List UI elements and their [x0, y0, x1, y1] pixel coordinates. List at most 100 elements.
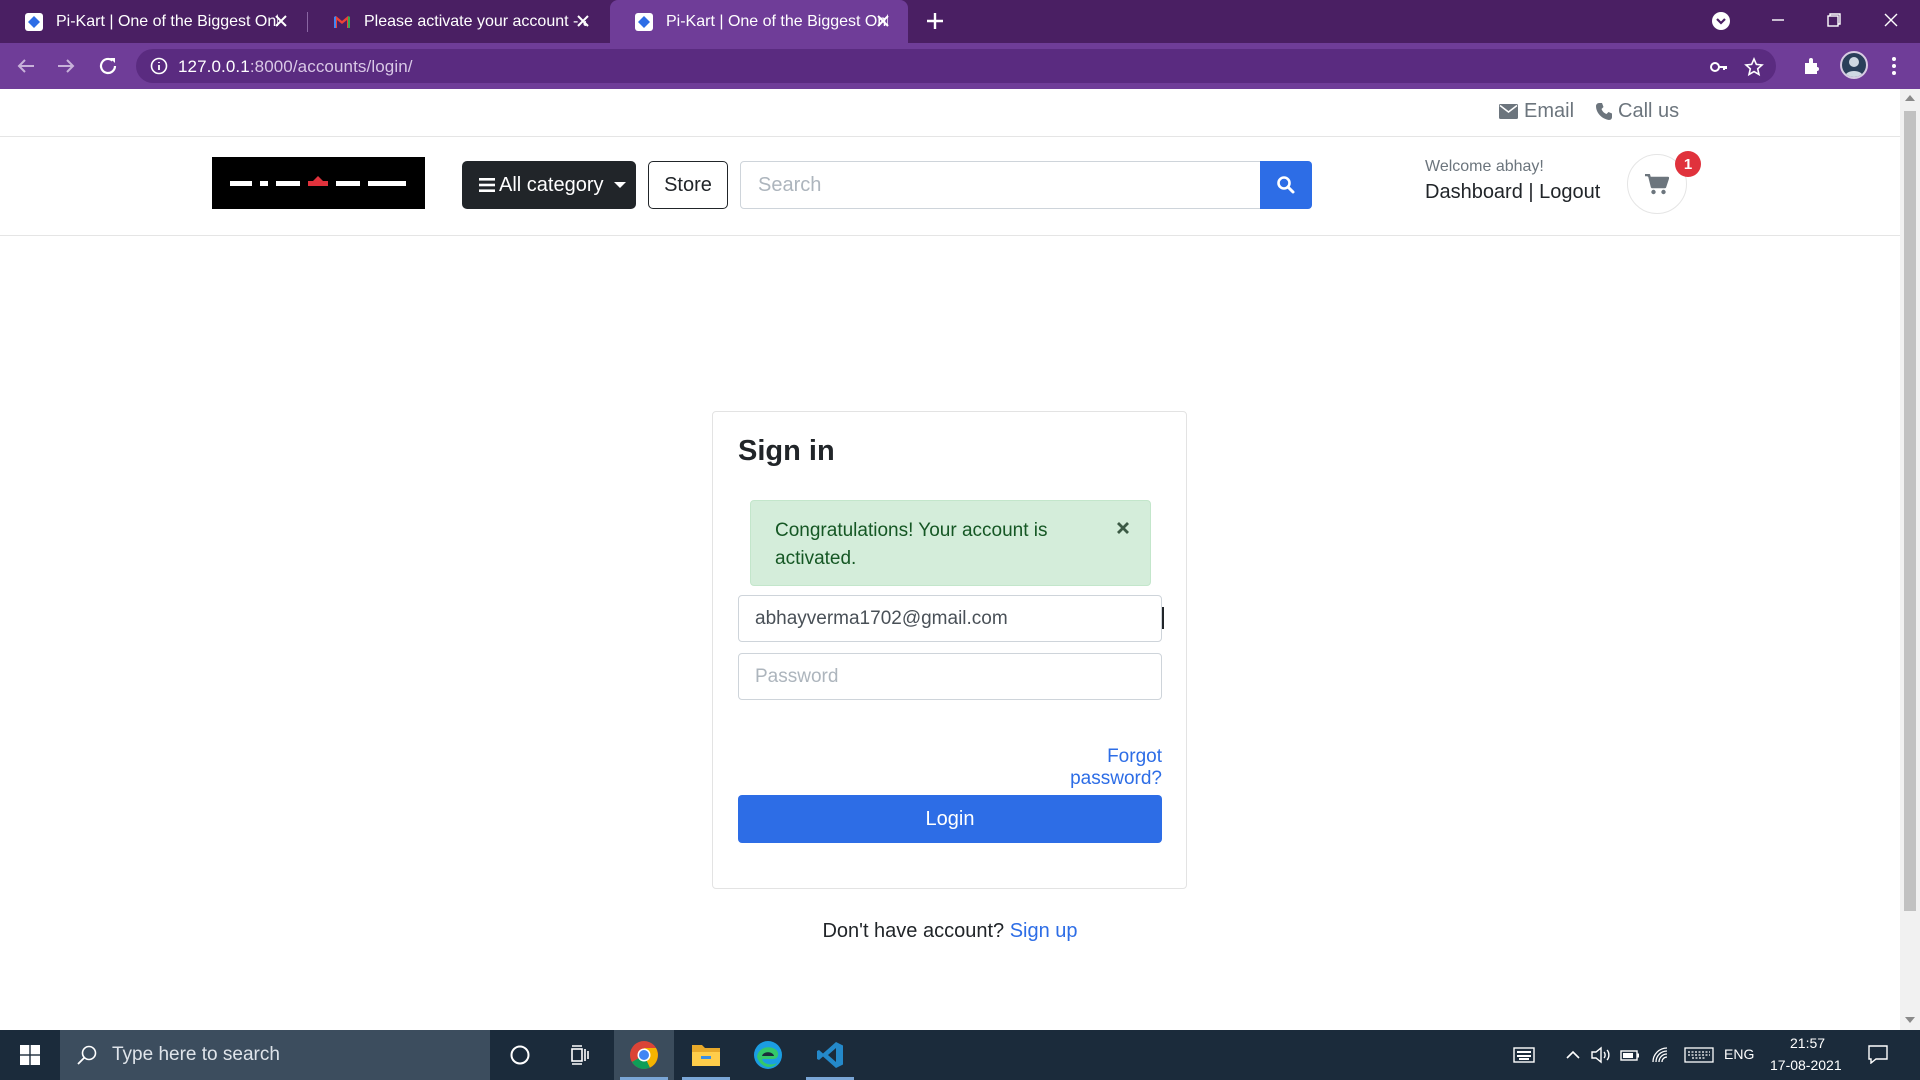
scrollbar-thumb[interactable] [1904, 111, 1916, 911]
avatar-icon [1845, 57, 1863, 77]
browser-tab-strip: Pi-Kart | One of the Biggest Online Shop… [0, 0, 1920, 43]
url-text: 127.0.0.1:8000/accounts/login/ [178, 57, 413, 77]
cart-count-badge: 1 [1675, 151, 1701, 177]
link-separator: | [1528, 181, 1534, 203]
hamburger-menu-icon [479, 178, 495, 192]
scroll-down-arrow-icon[interactable] [1905, 1017, 1915, 1023]
page-scrollbar[interactable] [1900, 89, 1920, 1030]
close-alert-icon[interactable] [1114, 519, 1132, 537]
browser-menu-icon[interactable] [1882, 54, 1906, 78]
alert-message: Congratulations! Your account is activat… [775, 520, 1048, 569]
address-bar[interactable]: 127.0.0.1:8000/accounts/login/ [136, 49, 1776, 83]
login-button[interactable]: Login [738, 795, 1162, 843]
url-path: :8000/accounts/login/ [249, 57, 413, 76]
scroll-up-arrow-icon[interactable] [1905, 95, 1915, 101]
close-window-icon[interactable] [1879, 8, 1903, 32]
pikart-logo[interactable] [212, 157, 425, 209]
browser-tab-3-active[interactable]: Pi-Kart | One of the Biggest Online Shop… [610, 0, 908, 43]
clock-date[interactable]: 17-08-2021 [1770, 1057, 1842, 1073]
chevron-up-icon[interactable] [1562, 1045, 1584, 1065]
envelope-icon [1499, 104, 1518, 119]
web-page: Email Call us All category Store Search … [0, 89, 1900, 1030]
restore-window-icon[interactable] [1822, 8, 1846, 32]
dashboard-link[interactable]: Dashboard [1425, 181, 1523, 203]
phone-icon [1596, 103, 1612, 120]
password-field[interactable] [738, 653, 1162, 700]
forgot-password-link[interactable]: Forgot password? [1013, 746, 1162, 790]
task-view-button[interactable] [550, 1030, 610, 1080]
new-tab-plus-icon[interactable] [924, 10, 946, 32]
edge-icon [754, 1041, 782, 1069]
text-cursor [1162, 607, 1164, 629]
browser-tab-2[interactable]: Please activate your account - abhayverm… [308, 0, 608, 43]
site-header: All category Store Welcome abhay! Dashbo… [0, 137, 1900, 236]
close-tab-icon[interactable] [574, 12, 592, 30]
battery-icon[interactable] [1619, 1045, 1641, 1065]
sign-up-link[interactable]: Sign up [1010, 920, 1078, 942]
product-search-input[interactable] [740, 161, 1261, 209]
vscode-icon [817, 1042, 843, 1068]
start-button[interactable] [0, 1030, 60, 1080]
clock-time[interactable]: 21:57 [1790, 1035, 1825, 1051]
site-info-icon[interactable] [150, 57, 168, 75]
welcome-text: Welcome abhay! [1425, 158, 1544, 175]
signup-prompt: Don't have account? [822, 920, 1005, 942]
shopping-cart-icon [1645, 173, 1669, 194]
site-favicon-icon [635, 12, 653, 31]
pikart-logo-graphic [230, 176, 406, 186]
search-icon [77, 1045, 97, 1065]
logout-link[interactable]: Logout [1539, 181, 1600, 203]
tab-title: Please activate your account - abhayverm… [364, 12, 586, 30]
folder-icon [692, 1045, 720, 1066]
email-field[interactable] [738, 595, 1162, 642]
touch-keyboard-icon[interactable] [1513, 1045, 1535, 1065]
search-button[interactable] [1260, 161, 1312, 209]
success-alert: Congratulations! Your account is activat… [750, 500, 1151, 586]
browser-toolbar: 127.0.0.1:8000/accounts/login/ [0, 43, 1920, 89]
windows-taskbar: Type here to search ENG 21:57 17-08-2021 [0, 1030, 1920, 1080]
back-arrow-icon[interactable] [14, 54, 38, 78]
speaker-icon[interactable] [1590, 1045, 1612, 1065]
task-view-icon [571, 1045, 589, 1065]
all-category-dropdown-button[interactable]: All category [462, 161, 636, 209]
top-contact-bar: Email Call us [0, 89, 1900, 137]
tab-search-icon[interactable] [1710, 10, 1732, 32]
minimize-window-icon[interactable] [1766, 8, 1790, 32]
url-host: 127.0.0.1 [178, 57, 250, 76]
signup-prompt-line: Don't have account? Sign up [0, 920, 1900, 943]
caret-down-icon [613, 182, 626, 188]
profile-avatar[interactable] [1840, 51, 1868, 79]
call-us-link[interactable]: Call us [1596, 100, 1679, 123]
site-favicon-icon [25, 12, 43, 31]
extensions-puzzle-icon[interactable] [1800, 54, 1824, 78]
cortana-circle-icon [510, 1045, 530, 1065]
chrome-icon [630, 1041, 658, 1069]
bookmark-star-icon[interactable] [1744, 57, 1764, 77]
notification-center-icon[interactable] [1867, 1044, 1889, 1064]
windows-logo-icon [20, 1045, 40, 1065]
language-indicator[interactable]: ENG [1724, 1046, 1754, 1062]
file-explorer-taskbar-button[interactable] [676, 1030, 736, 1080]
search-icon [1277, 176, 1295, 194]
edge-taskbar-button[interactable] [738, 1030, 798, 1080]
sign-in-card: Sign in Congratulations! Your account is… [712, 411, 1187, 889]
close-tab-icon[interactable] [874, 12, 892, 30]
forward-arrow-icon[interactable] [54, 54, 78, 78]
tab-title: Pi-Kart | One of the Biggest Online Shop… [666, 12, 888, 30]
store-button[interactable]: Store [648, 161, 728, 209]
cortana-button[interactable] [490, 1030, 550, 1080]
chrome-taskbar-button[interactable] [614, 1030, 674, 1080]
account-links: Dashboard | Logout [1425, 181, 1600, 204]
key-icon[interactable] [1709, 57, 1729, 77]
call-us-label: Call us [1618, 100, 1680, 122]
taskbar-search-box[interactable]: Type here to search [60, 1030, 490, 1080]
reload-icon[interactable] [96, 54, 120, 78]
email-label: Email [1524, 100, 1575, 122]
taskbar-search-placeholder: Type here to search [112, 1044, 280, 1065]
vscode-taskbar-button[interactable] [800, 1030, 860, 1080]
browser-tab-1[interactable]: Pi-Kart | One of the Biggest Online Shop… [0, 0, 306, 43]
wifi-icon[interactable] [1650, 1045, 1672, 1065]
close-tab-icon[interactable] [272, 12, 290, 30]
keyboard-layout-icon[interactable] [1684, 1045, 1714, 1065]
email-link[interactable]: Email [1499, 100, 1574, 123]
